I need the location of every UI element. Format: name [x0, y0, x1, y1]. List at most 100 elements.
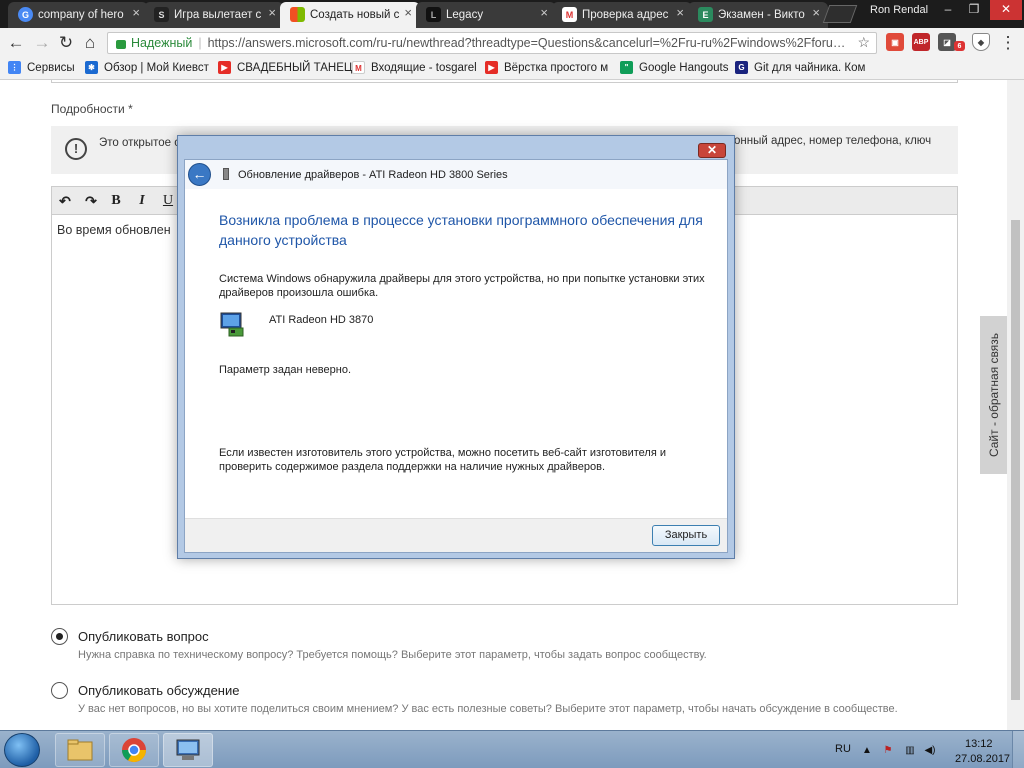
- publish-discussion-label[interactable]: Опубликовать обсуждение: [78, 683, 239, 698]
- windows-taskbar: RU ▲ ⚑ ▥ ◀) 13:12 27.08.2017: [0, 730, 1024, 768]
- dialog-close-icon[interactable]: ✕: [698, 143, 726, 158]
- language-indicator[interactable]: RU: [835, 743, 851, 755]
- volume-icon[interactable]: ◀): [923, 744, 937, 757]
- close-icon[interactable]: ×: [540, 5, 548, 20]
- show-desktop-button[interactable]: [1012, 731, 1024, 768]
- underline-icon[interactable]: U: [157, 191, 179, 211]
- redo-icon[interactable]: ↷: [80, 191, 102, 211]
- clock-time[interactable]: 13:12: [965, 738, 993, 750]
- new-tab-button[interactable]: [822, 5, 858, 23]
- tab-label: Игра вылетает с: [174, 9, 262, 21]
- info-icon: !: [65, 138, 87, 160]
- tab-label: Проверка адрес: [582, 9, 669, 21]
- bookmark-inbox[interactable]: M Входящие - tosgarel: [352, 61, 477, 74]
- home-icon[interactable]: ⌂: [80, 33, 100, 53]
- driver-update-dialog: ✕ ← Обновление драйверов - ATI Radeon HD…: [177, 135, 735, 559]
- bookmark-hangouts[interactable]: " Google Hangouts: [620, 61, 729, 74]
- minimize-icon[interactable]: –: [935, 0, 961, 20]
- dialog-client-area: ← Обновление драйверов - ATI Radeon HD 3…: [184, 159, 728, 553]
- ext-red-icon[interactable]: ▣: [886, 33, 904, 51]
- tab-create-new[interactable]: Создать новый с ×: [280, 2, 420, 28]
- network-icon[interactable]: ▥: [903, 744, 917, 757]
- scrollbar-thumb[interactable]: [1011, 220, 1020, 700]
- dialog-header: ← Обновление драйверов - ATI Radeon HD 3…: [185, 160, 727, 189]
- dialog-message: Система Windows обнаружила драйверы для …: [219, 273, 705, 299]
- bookmark-git[interactable]: G Git для чайника. Ком: [735, 61, 865, 74]
- undo-icon[interactable]: ↶: [54, 191, 76, 211]
- shield-icon[interactable]: ◆: [972, 33, 990, 51]
- publish-question-hint: Нужна справка по техническому вопросу? Т…: [78, 649, 707, 661]
- window-close-icon[interactable]: ✕: [990, 0, 1022, 20]
- tab-label: Экзамен - Викто: [718, 9, 805, 21]
- tab-game-crash[interactable]: S Игра вылетает с ×: [144, 2, 284, 28]
- youtube-icon: ▶: [218, 61, 231, 74]
- device-name: ATI Radeon HD 3870: [269, 314, 374, 326]
- page-scrollbar[interactable]: [1007, 80, 1024, 730]
- tab-exam[interactable]: E Экзамен - Викто ×: [688, 2, 828, 28]
- clock-date[interactable]: 27.08.2017: [955, 753, 1010, 765]
- editor-content[interactable]: Во время обновлен: [57, 223, 171, 237]
- close-button[interactable]: Закрыть: [652, 525, 720, 546]
- action-center-icon[interactable]: ⚑: [881, 744, 895, 757]
- italic-icon[interactable]: I: [131, 191, 153, 211]
- tray-expand-icon[interactable]: ▲: [860, 744, 874, 757]
- back-arrow-icon[interactable]: ←: [6, 33, 26, 53]
- bookmark-star-icon[interactable]: ☆: [857, 34, 870, 51]
- explorer-taskbar-icon[interactable]: [55, 733, 105, 767]
- tab-address-check[interactable]: M Проверка адрес ×: [552, 2, 692, 28]
- start-button[interactable]: [4, 733, 40, 767]
- chrome-icon: [122, 738, 146, 763]
- kyivstar-icon: ✱: [85, 61, 98, 74]
- bookmark-wedding-dance[interactable]: ▶ СВАДЕБНЫЙ ТАНЕЦ: [218, 61, 352, 74]
- separator: |: [198, 36, 202, 50]
- notice-text-left: Это открытое с… продукта, паро…: [99, 137, 184, 149]
- close-icon[interactable]: ×: [812, 5, 820, 20]
- chrome-taskbar-icon[interactable]: [109, 733, 159, 767]
- publish-discussion-hint: У вас нет вопросов, но вы хотите поделит…: [78, 703, 898, 715]
- git-icon: G: [735, 61, 748, 74]
- device-manager-taskbar-icon[interactable]: [163, 733, 213, 767]
- microsoft-icon: [290, 7, 305, 22]
- gmail-icon: M: [562, 7, 577, 22]
- lock-icon: [116, 39, 126, 49]
- previous-field-bottom: [51, 80, 958, 83]
- legacy-icon: L: [426, 7, 441, 22]
- dialog-title: Обновление драйверов - ATI Radeon HD 380…: [238, 169, 508, 181]
- address-bar[interactable]: Надежный | https://answers.microsoft.com…: [107, 32, 877, 54]
- publish-discussion-radio[interactable]: [51, 682, 68, 699]
- profile-name[interactable]: Ron Rendal: [870, 4, 928, 16]
- reload-icon[interactable]: ↻: [56, 33, 76, 53]
- close-icon[interactable]: ×: [268, 5, 276, 20]
- url-text: https://answers.microsoft.com/ru-ru/newt…: [207, 36, 846, 50]
- tab-label: Legacy: [446, 9, 484, 21]
- close-icon[interactable]: ×: [404, 5, 412, 20]
- tab-label: Создать новый с: [310, 9, 400, 21]
- forward-arrow-icon[interactable]: →: [32, 33, 52, 53]
- tab-label: company of hero: [38, 9, 124, 21]
- close-icon[interactable]: ×: [132, 5, 140, 20]
- chrome-icon: G: [18, 7, 33, 22]
- tab-company-of-heroes[interactable]: G company of hero ×: [8, 2, 148, 28]
- gmail-icon: M: [352, 61, 365, 74]
- device-manager-icon: [223, 168, 229, 180]
- error-text: Параметр задан неверно.: [219, 364, 352, 376]
- site-feedback-tab[interactable]: Сайт - обратная связь: [980, 316, 1009, 474]
- close-icon[interactable]: ×: [676, 5, 684, 20]
- tab-strip: G company of hero × S Игра вылетает с × …: [0, 0, 1024, 28]
- bookmark-kyivstar[interactable]: ✱ Обзор | Мой Киевст: [85, 61, 209, 74]
- tab-legacy[interactable]: L Legacy ×: [416, 2, 556, 28]
- publish-question-radio[interactable]: [51, 628, 68, 645]
- menu-icon[interactable]: ⋮: [998, 33, 1018, 53]
- bookmark-layout[interactable]: ▶ Вёрстка простого м: [485, 61, 608, 74]
- browser-chrome: G company of hero × S Игра вылетает с × …: [0, 0, 1024, 80]
- bookmark-apps[interactable]: ⋮ Сервисы: [8, 61, 75, 74]
- ext-badge-icon: 6: [954, 41, 965, 51]
- publish-question-label[interactable]: Опубликовать вопрос: [78, 629, 209, 644]
- dialog-footer: Закрыть: [185, 518, 727, 552]
- maximize-icon[interactable]: ❐: [961, 0, 987, 20]
- bold-icon[interactable]: B: [105, 191, 127, 211]
- folder-icon: [67, 739, 93, 761]
- manufacturer-hint: Если известен изготовитель этого устройс…: [219, 447, 667, 473]
- adblock-icon[interactable]: ABP: [912, 33, 930, 51]
- back-arrow-icon[interactable]: ←: [188, 163, 211, 186]
